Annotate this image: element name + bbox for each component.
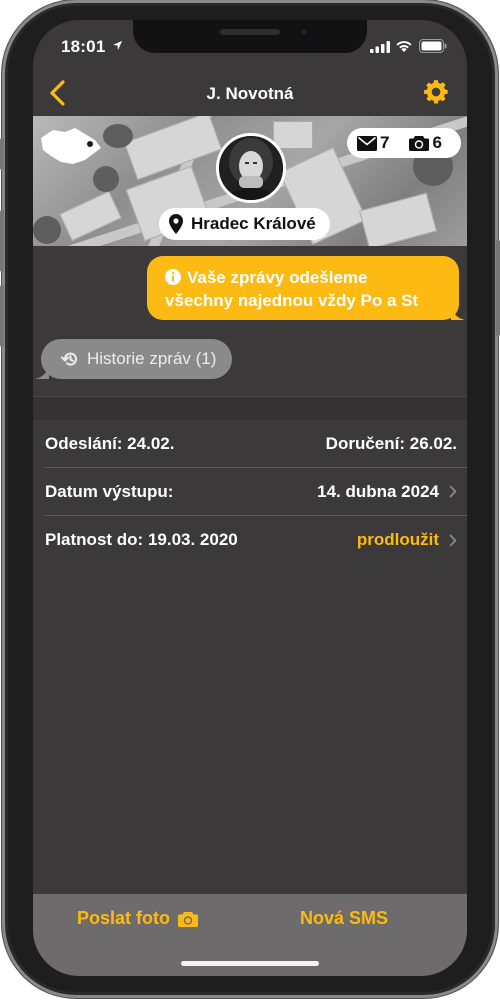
map-tree — [103, 124, 133, 148]
message-count-value: 7 — [380, 133, 390, 152]
map-building — [359, 192, 437, 246]
wifi-icon — [396, 41, 412, 52]
notch — [133, 20, 367, 53]
home-indicator[interactable] — [181, 961, 319, 966]
photo-count: 6 — [409, 133, 442, 153]
output-date-row[interactable]: Datum výstupu: 14. dubna 2024 — [45, 468, 467, 516]
czech-republic-map-icon — [41, 128, 101, 164]
mute-switch — [0, 138, 4, 170]
delivered-date: Doručení: 26.02. — [325, 433, 457, 453]
battery-icon — [419, 39, 447, 53]
map-building — [123, 116, 223, 181]
envelope-icon — [357, 135, 377, 151]
info-icon — [165, 269, 181, 285]
history-label: Historie zpráv (1) — [87, 349, 217, 368]
location-badge: Hradec Králové — [159, 208, 330, 240]
power-button — [496, 240, 500, 336]
bubble-tail — [35, 365, 49, 379]
message-count: 7 — [357, 133, 389, 153]
send-photo-label: Poslat foto — [77, 908, 170, 928]
map-tree — [93, 166, 119, 192]
avatar — [216, 133, 286, 203]
validity-row[interactable]: Platnost do: 19.03. 2020 prodloužit — [45, 516, 467, 564]
counts-badge: 7 6 — [347, 128, 461, 158]
status-bar: 18:01 — [33, 20, 467, 70]
new-sms-label: Nová SMS — [300, 908, 389, 928]
volume-down-button — [0, 285, 4, 347]
camera-icon — [409, 136, 430, 151]
signal-icon — [370, 41, 390, 53]
dates-row: Odeslání: 24.02. Doručení: 26.02. — [45, 420, 467, 468]
map-building — [273, 121, 313, 149]
bubble-tail — [451, 306, 465, 320]
page-title: J. Novotná — [206, 84, 294, 103]
chevron-right-icon — [449, 534, 457, 546]
bottom-toolbar: Poslat foto Nová SMS — [33, 894, 467, 976]
detail-list: Odeslání: 24.02. Doručení: 26.02. Datum … — [33, 420, 467, 564]
validity-label: Platnost do: 19.03. 2020 — [45, 530, 238, 549]
gear-icon[interactable] — [423, 79, 449, 105]
status-time: 18:01 — [61, 37, 106, 56]
volume-up-button — [0, 210, 4, 272]
app-screen: 18:01 J. Novotná 7 6 Hradec Králové Vaše… — [33, 20, 467, 976]
camera-icon — [178, 911, 198, 927]
send-photo-button[interactable]: Poslat foto — [77, 908, 198, 929]
speaker — [220, 29, 280, 35]
info-text-line1: Vaše zprávy odešleme — [187, 268, 368, 287]
photo-count-value: 6 — [432, 133, 442, 152]
info-text-line2: všechny najednou vždy Po a St — [165, 291, 419, 310]
navigation-bar: J. Novotná — [33, 70, 467, 116]
location-arrow-icon — [112, 40, 123, 51]
section-divider — [33, 396, 467, 420]
map-tree — [33, 216, 61, 244]
history-icon — [61, 352, 77, 366]
map-pin-icon — [169, 214, 183, 234]
chevron-right-icon — [449, 485, 457, 498]
output-date-label: Datum výstupu: — [45, 481, 174, 501]
sent-date: Odeslání: 24.02. — [45, 433, 175, 453]
location-name: Hradec Králové — [191, 214, 316, 233]
front-camera — [298, 26, 310, 38]
message-history-button[interactable]: Historie zpráv (1) — [35, 339, 233, 379]
output-date-value: 14. dubna 2024 — [317, 481, 439, 501]
info-message-bubble: Vaše zprávy odešleme všechny najednou vž… — [147, 256, 465, 320]
extend-link[interactable]: prodloužit — [357, 530, 439, 550]
new-sms-button[interactable]: Nová SMS — [300, 908, 388, 929]
